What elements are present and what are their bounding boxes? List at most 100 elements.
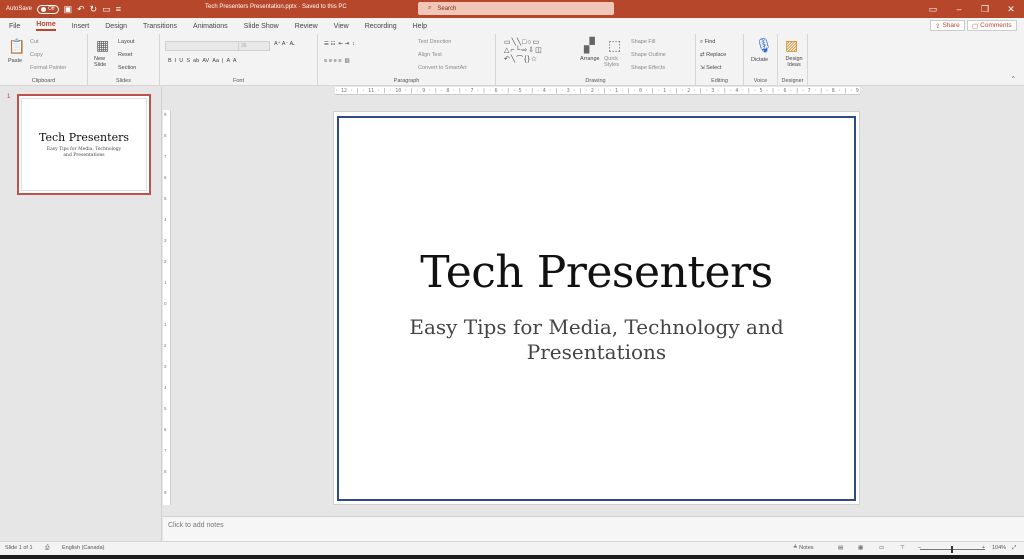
arrange-button[interactable]: Arrange: [580, 56, 600, 62]
quick-styles-button[interactable]: Quick Styles: [604, 56, 626, 68]
tab-help[interactable]: Help: [413, 23, 427, 30]
quick-styles-icon[interactable]: ⬚: [608, 37, 621, 54]
v-ruler-tick: 2: [164, 259, 167, 264]
tab-insert[interactable]: Insert: [72, 23, 90, 30]
paste-icon[interactable]: 📋: [8, 38, 25, 55]
present-icon[interactable]: ▭: [102, 4, 111, 14]
undo-icon[interactable]: ↶: [77, 4, 85, 14]
arrange-icon[interactable]: ▞: [584, 37, 595, 54]
select-button[interactable]: ⇲ Select: [700, 65, 721, 71]
dictate-button[interactable]: Dictate: [751, 57, 768, 63]
replace-label: Replace: [706, 52, 727, 58]
collapse-ribbon-icon[interactable]: ^: [1012, 76, 1015, 82]
paste-button[interactable]: Paste: [8, 58, 22, 64]
editing-group: ⌕ Find ⇄ Replace ⇲ Select Editing: [696, 34, 744, 86]
quick-access-toolbar: AutoSave Off ▣ ↶ ↻ ▭ ≡: [0, 4, 121, 14]
slide-title[interactable]: Tech Presenters: [334, 247, 859, 298]
search-placeholder: Search: [437, 5, 457, 12]
document-title[interactable]: Tech Presenters Presentation.pptx · Save…: [205, 4, 347, 10]
design-ideas-icon[interactable]: ▨: [785, 37, 798, 54]
text-direction-button[interactable]: Text Direction: [418, 39, 451, 45]
notes-toggle[interactable]: ≜ Notes: [793, 545, 814, 551]
thumbnail-subtitle: Easy Tips for Media, Technology and Pres…: [46, 147, 122, 158]
notes-pane[interactable]: Click to add notes: [163, 516, 1024, 541]
shape-effects-button[interactable]: Shape Effects: [631, 65, 665, 71]
align-buttons[interactable]: ≡ ≡ ≡ ≡ ▥: [324, 58, 350, 64]
customize-toolbar-icon[interactable]: ≡: [116, 4, 121, 14]
horizontal-ruler: · 12 · | · 11 · | · 10 · | · 9 · | · 8 ·…: [335, 87, 860, 95]
convert-smartart-button[interactable]: Convert to SmartArt: [418, 65, 467, 71]
restore-icon[interactable]: ❐: [972, 4, 998, 15]
comments-button[interactable]: ▢ Comments: [967, 20, 1017, 31]
tab-design[interactable]: Design: [105, 23, 127, 30]
replace-button[interactable]: ⇄ Replace: [700, 52, 726, 58]
zoom-slider-handle[interactable]: [951, 546, 953, 553]
paragraph-label: Paragraph: [393, 78, 420, 84]
microphone-icon[interactable]: 🎙: [755, 37, 773, 54]
zoom-in-icon[interactable]: +: [982, 545, 985, 551]
title-bar: AutoSave Off ▣ ↶ ↻ ▭ ≡ Tech Presenters P…: [0, 0, 1024, 18]
fit-to-window-icon[interactable]: ⤢: [1012, 545, 1016, 552]
shape-fill-button[interactable]: Shape Fill: [631, 39, 655, 45]
normal-view-icon[interactable]: ▤: [838, 545, 843, 551]
v-ruler-tick: 3: [164, 364, 167, 369]
reset-button[interactable]: Reset: [118, 52, 132, 58]
save-icon[interactable]: ▣: [64, 4, 73, 14]
tab-file[interactable]: File: [9, 23, 20, 30]
format-painter-button[interactable]: Format Painter: [30, 65, 66, 71]
reading-view-icon[interactable]: ▭: [879, 545, 884, 551]
slide-subtitle[interactable]: Easy Tips for Media, Technology and Pres…: [394, 315, 799, 365]
search-box[interactable]: ⌕ Search: [418, 2, 614, 15]
minimize-icon[interactable]: –: [946, 4, 972, 14]
tab-review[interactable]: Review: [295, 23, 318, 30]
share-icon: ⇪: [935, 22, 941, 30]
tab-transitions[interactable]: Transitions: [143, 23, 177, 30]
v-ruler-tick: 8: [164, 133, 167, 138]
zoom-level[interactable]: 104%: [992, 545, 1006, 551]
font-size-box[interactable]: 36: [238, 41, 270, 51]
find-button[interactable]: ⌕ Find: [700, 39, 715, 46]
zoom-out-icon[interactable]: –: [918, 545, 921, 551]
paragraph-group: ☰ ☷ ⇤ ⇥ ↕ ≡ ≡ ≡ ≡ ▥ Text Direction Align…: [318, 34, 496, 86]
drawing-label: Drawing: [585, 78, 606, 84]
drawing-group: ▭╲╲□○▭ △⌐└⇨⇩◫ ↶╲⌒{}☆ ▞ Arrange ⬚ Quick Sty…: [496, 34, 696, 86]
accessibility-icon[interactable]: ⎙: [45, 545, 49, 552]
section-button[interactable]: Section: [118, 65, 136, 71]
new-slide-button[interactable]: New Slide: [94, 56, 114, 68]
tab-view[interactable]: View: [334, 23, 349, 30]
copy-button[interactable]: Copy: [30, 52, 43, 58]
ribbon-display-icon[interactable]: ▭: [920, 4, 946, 15]
redo-icon[interactable]: ↻: [90, 4, 98, 14]
v-ruler-tick: 4: [164, 385, 167, 390]
shapes-gallery[interactable]: ▭╲╲□○▭ △⌐└⇨⇩◫ ↶╲⌒{}☆: [504, 38, 543, 64]
shape-outline-button[interactable]: Shape Outline: [631, 52, 666, 58]
tab-recording[interactable]: Recording: [365, 23, 397, 30]
slide-sorter-icon[interactable]: ▦: [858, 545, 863, 551]
slide-canvas[interactable]: Tech Presenters Easy Tips for Media, Tec…: [333, 111, 860, 505]
ribbon-tabs: File Home Insert Design Transitions Anim…: [0, 18, 1024, 34]
align-text-button[interactable]: Align Text: [418, 52, 442, 58]
cut-button[interactable]: Cut: [30, 39, 39, 45]
slideshow-icon[interactable]: ⊤: [900, 545, 905, 551]
layout-button[interactable]: Layout: [118, 39, 135, 45]
vertical-ruler: 9 8 7 6 5 4 3 2 1 0 1 2 3 4 5 6 7 8 9: [163, 110, 171, 505]
grow-font-icon[interactable]: A⁺ A⁻ A̶: [274, 41, 293, 47]
design-ideas-button[interactable]: Design Ideas: [782, 56, 806, 68]
list-buttons[interactable]: ☰ ☷ ⇤ ⇥ ↕: [324, 41, 355, 47]
slide-thumbnail[interactable]: Tech Presenters Easy Tips for Media, Tec…: [17, 94, 151, 195]
voice-label: Voice: [753, 78, 768, 84]
tab-home[interactable]: Home: [36, 21, 56, 31]
close-icon[interactable]: ✕: [998, 4, 1024, 15]
thumbnail-content: Tech Presenters Easy Tips for Media, Tec…: [21, 98, 147, 191]
tab-animations[interactable]: Animations: [193, 23, 228, 30]
new-slide-icon[interactable]: ▦: [96, 37, 109, 54]
autosave-toggle[interactable]: Off: [37, 4, 59, 14]
v-ruler-tick: 7: [164, 448, 167, 453]
ribbon: 📋 Paste Cut Copy Format Painter Clipboar…: [0, 34, 1024, 86]
language-indicator[interactable]: English (Canada): [62, 545, 105, 551]
designer-group: ▨ Design Ideas Designer: [778, 34, 808, 86]
share-button[interactable]: ⇪ Share: [930, 20, 965, 31]
tab-slide-show[interactable]: Slide Show: [244, 23, 279, 30]
format-buttons[interactable]: B I U S ab AV Aa | A A: [168, 58, 237, 64]
v-ruler-tick: 6: [164, 175, 167, 180]
